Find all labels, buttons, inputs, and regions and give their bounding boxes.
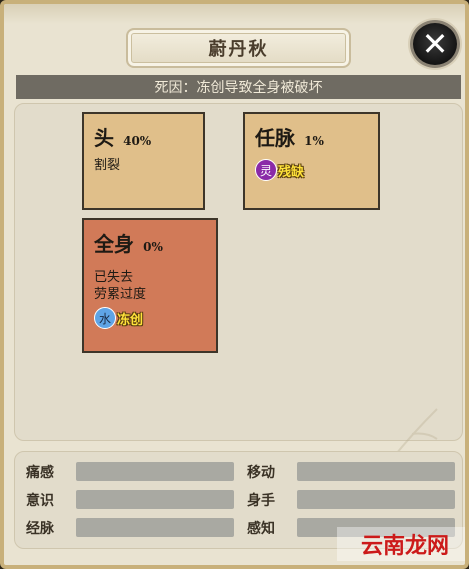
close-button[interactable]: ✕ xyxy=(410,20,460,68)
spirit-badge-icon: 灵 xyxy=(255,159,277,181)
stat-bar-meridian xyxy=(76,518,234,537)
stat-bar-consciousness xyxy=(76,490,234,509)
body-part-whole-body[interactable]: 全身 0% 已失去 劳累过度 水 冻创 xyxy=(82,218,218,353)
body-parts-panel: 头 40% 割裂 任脉 1% 灵 残缺 全身 0% 已失去 劳累过度 水 冻创 xyxy=(14,103,463,460)
stat-label-movement: 移动 xyxy=(247,465,275,481)
injury-tag: 水 冻创 xyxy=(94,307,206,329)
close-icon: ✕ xyxy=(421,25,449,63)
body-part-ren-meridian[interactable]: 任脉 1% 灵 残缺 xyxy=(243,112,380,210)
title-plate: 蔚丹秋 xyxy=(126,28,351,68)
body-part-name: 头 xyxy=(94,126,114,150)
game-window: 蔚丹秋 ✕ 死因：冻创导致全身被破坏 头 40% 割裂 任脉 1% 灵 残缺 全… xyxy=(0,0,469,569)
watermark: 云南龙网 xyxy=(337,527,465,561)
water-badge-icon: 水 xyxy=(94,307,116,329)
body-part-name: 任脉 xyxy=(255,126,295,150)
stat-bar-agility xyxy=(297,490,455,509)
stat-label-perception: 感知 xyxy=(247,521,275,537)
stat-bar-movement xyxy=(297,462,455,481)
body-part-status: 割裂 xyxy=(94,158,121,173)
body-part-percent: 1% xyxy=(304,134,324,148)
body-part-name: 全身 xyxy=(94,232,134,256)
body-part-status: 劳累过度 xyxy=(94,287,147,302)
stat-label-pain: 痛感 xyxy=(26,465,54,481)
death-cause-bar: 死因：冻创导致全身被破坏 xyxy=(16,75,461,99)
body-part-status: 已失去 xyxy=(94,270,134,285)
body-part-percent: 0% xyxy=(143,240,163,254)
character-name: 蔚丹秋 xyxy=(208,39,269,60)
injury-tag-text: 冻创 xyxy=(117,312,144,328)
injury-tag-text: 残缺 xyxy=(278,164,305,180)
body-part-head[interactable]: 头 40% 割裂 xyxy=(82,112,205,210)
body-part-percent: 40% xyxy=(123,134,152,148)
death-cause-text: 死因：冻创导致全身被破坏 xyxy=(154,80,323,96)
injury-tag: 灵 残缺 xyxy=(255,159,368,181)
stat-label-meridian: 经脉 xyxy=(26,521,54,537)
stat-label-consciousness: 意识 xyxy=(26,493,54,509)
stat-label-agility: 身手 xyxy=(247,493,275,509)
stat-bar-pain xyxy=(76,462,234,481)
